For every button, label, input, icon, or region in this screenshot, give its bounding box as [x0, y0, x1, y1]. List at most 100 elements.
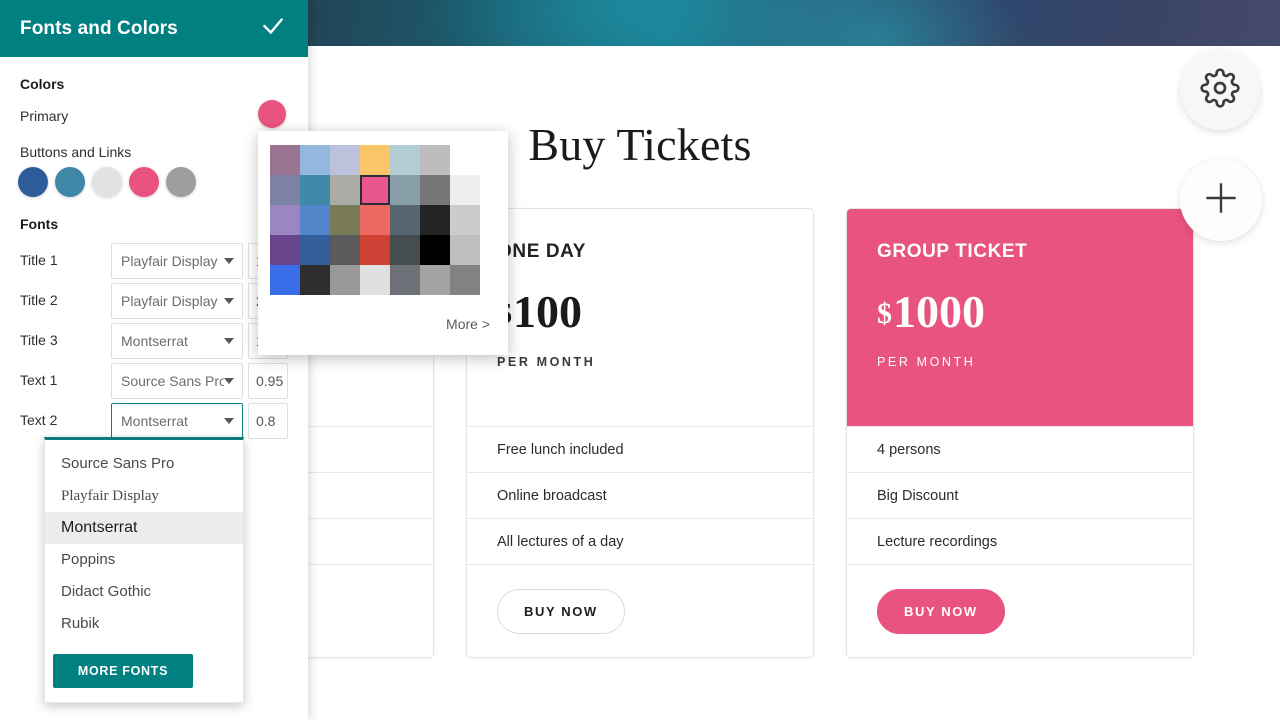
- more-fonts-button[interactable]: MORE FONTS: [53, 654, 193, 688]
- color-cell[interactable]: [270, 175, 300, 205]
- color-cell[interactable]: [450, 235, 480, 265]
- color-cell[interactable]: [330, 235, 360, 265]
- feature-item: All lectures of a day: [467, 518, 813, 564]
- color-cell[interactable]: [360, 145, 390, 175]
- color-swatch[interactable]: [92, 167, 122, 197]
- color-cell[interactable]: [420, 175, 450, 205]
- color-cell[interactable]: [300, 205, 330, 235]
- color-swatch-grid: [270, 145, 480, 295]
- font-family-select[interactable]: Source Sans Pro: [111, 363, 243, 399]
- colors-section-title: Colors: [20, 76, 65, 92]
- color-cell[interactable]: [270, 235, 300, 265]
- chevron-down-icon: [224, 298, 234, 304]
- font-option-source-sans-pro[interactable]: Source Sans Pro: [45, 448, 243, 480]
- color-swatch[interactable]: [55, 167, 85, 197]
- currency-symbol: $: [877, 297, 892, 330]
- color-cell[interactable]: [300, 175, 330, 205]
- color-cell[interactable]: [420, 145, 450, 175]
- color-cell[interactable]: [420, 235, 450, 265]
- plan-name: ONE DAY: [497, 241, 587, 262]
- color-cell[interactable]: [330, 205, 360, 235]
- font-option-playfair-display[interactable]: Playfair Display: [45, 480, 243, 512]
- primary-label: Primary: [20, 108, 69, 124]
- color-cell[interactable]: [300, 265, 330, 295]
- color-cell[interactable]: [450, 205, 480, 235]
- card-header: ONE DAY $100 PER MONTH: [467, 209, 813, 426]
- font-row-label: Text 2: [20, 412, 58, 428]
- color-cell[interactable]: [450, 175, 480, 205]
- buy-now-button[interactable]: BUY NOW: [877, 589, 1005, 634]
- font-option-rubik[interactable]: Rubik: [45, 608, 243, 640]
- font-family-value: Montserrat: [121, 333, 188, 349]
- color-cell[interactable]: [420, 265, 450, 295]
- font-family-value: Source Sans Pro: [121, 373, 224, 389]
- chevron-down-icon: [224, 258, 234, 264]
- font-family-value: Montserrat: [121, 413, 188, 429]
- color-cell[interactable]: [270, 265, 300, 295]
- font-row-label: Text 1: [20, 372, 58, 388]
- font-family-dropdown: Source Sans Pro Playfair Display Montser…: [44, 437, 244, 703]
- card-footer: BUY NOW: [847, 564, 1193, 657]
- color-cell[interactable]: [360, 205, 390, 235]
- color-picker-popup: More >: [258, 131, 508, 355]
- chevron-down-icon: [224, 418, 234, 424]
- plan-name: GROUP TICKET: [877, 241, 1028, 262]
- panel-header: Fonts and Colors: [0, 0, 308, 57]
- color-swatch[interactable]: [129, 167, 159, 197]
- plan-period: PER MONTH: [497, 355, 596, 369]
- color-cell[interactable]: [270, 145, 300, 175]
- card-footer: BUY NOW: [467, 564, 813, 657]
- font-option-montserrat[interactable]: Montserrat: [45, 512, 243, 544]
- color-cell[interactable]: [420, 205, 450, 235]
- font-size-input[interactable]: 0.8: [248, 403, 288, 439]
- font-family-select[interactable]: Playfair Display: [111, 283, 243, 319]
- feature-item: 4 persons: [847, 426, 1193, 472]
- pricing-card[interactable]: ONE DAY $100 PER MONTH Free lunch includ…: [466, 208, 814, 658]
- color-cell[interactable]: [390, 175, 420, 205]
- color-cell[interactable]: [390, 205, 420, 235]
- chevron-down-icon: [224, 338, 234, 344]
- color-cell[interactable]: [390, 265, 420, 295]
- font-family-select[interactable]: Playfair Display: [111, 243, 243, 279]
- feature-item: Free lunch included: [467, 426, 813, 472]
- price-amount: 100: [513, 286, 582, 337]
- buy-now-button[interactable]: BUY NOW: [497, 589, 625, 634]
- color-cell[interactable]: [330, 145, 360, 175]
- color-cell[interactable]: [390, 235, 420, 265]
- confirm-button[interactable]: [258, 14, 288, 44]
- color-cell[interactable]: [450, 145, 480, 175]
- color-cell[interactable]: [270, 205, 300, 235]
- font-family-value: Playfair Display: [121, 253, 218, 269]
- add-block-button[interactable]: [1180, 159, 1262, 241]
- font-option-poppins[interactable]: Poppins: [45, 544, 243, 576]
- primary-color-swatch[interactable]: [258, 100, 286, 128]
- settings-button[interactable]: [1180, 50, 1260, 130]
- color-cell[interactable]: [330, 265, 360, 295]
- feature-item: Lecture recordings: [847, 518, 1193, 564]
- color-cell[interactable]: [360, 265, 390, 295]
- buttons-links-label: Buttons and Links: [20, 144, 132, 160]
- font-size-input[interactable]: 0.95: [248, 363, 288, 399]
- color-cell[interactable]: [330, 175, 360, 205]
- font-option-didact-gothic[interactable]: Didact Gothic: [45, 576, 243, 608]
- app-root: Buy Tickets ONE DAY 100 PER MONTH Free l…: [0, 0, 1280, 720]
- color-cell[interactable]: [390, 145, 420, 175]
- font-row-label: Title 3: [20, 332, 58, 348]
- check-icon: [260, 13, 286, 44]
- font-row-label: Title 2: [20, 292, 58, 308]
- color-swatch[interactable]: [166, 167, 196, 197]
- font-family-value: Playfair Display: [121, 293, 218, 309]
- more-colors-link[interactable]: More >: [446, 316, 490, 332]
- color-cell[interactable]: [360, 235, 390, 265]
- font-family-select[interactable]: Montserrat: [111, 323, 243, 359]
- pricing-card[interactable]: GROUP TICKET $1000 PER MONTH 4 persons B…: [846, 208, 1194, 658]
- color-cell[interactable]: [450, 265, 480, 295]
- font-family-select[interactable]: Montserrat: [111, 403, 243, 439]
- gear-icon: [1200, 67, 1240, 113]
- color-cell[interactable]: [360, 175, 390, 205]
- plan-price: $100: [497, 289, 783, 335]
- color-cell[interactable]: [300, 145, 330, 175]
- color-cell[interactable]: [300, 235, 330, 265]
- chevron-down-icon: [224, 378, 234, 384]
- color-swatch[interactable]: [18, 167, 48, 197]
